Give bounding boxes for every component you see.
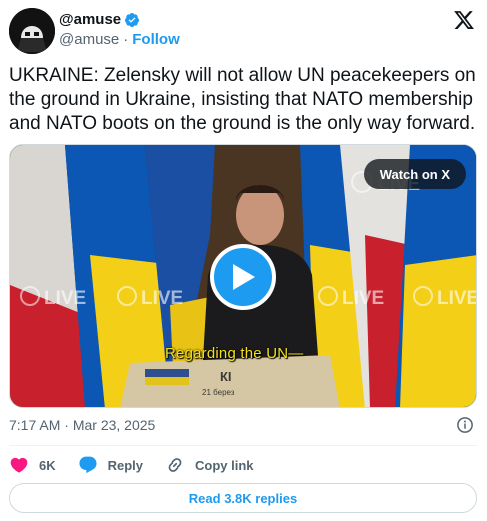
- read-replies-button[interactable]: Read 3.8K replies: [9, 483, 477, 513]
- reply-button[interactable]: Reply: [78, 455, 143, 475]
- handle[interactable]: @amuse: [59, 31, 119, 48]
- verified-badge-icon: [125, 12, 140, 27]
- live-watermark: LIVE: [342, 288, 384, 309]
- podium-subtext: 21 берез: [202, 388, 235, 397]
- follow-button[interactable]: Follow: [132, 31, 180, 48]
- live-watermark: LIVE: [437, 288, 477, 309]
- video-subtitle: Regarding the UN—: [165, 345, 304, 362]
- heart-icon: [10, 457, 28, 473]
- video-player[interactable]: КІ 21 берез LIVE LIVE LIVE LIVE LIVE Wat…: [9, 144, 477, 408]
- action-bar: 6K Reply Copy link: [9, 454, 276, 476]
- display-name[interactable]: @amuse: [59, 11, 121, 28]
- tweet-date: Mar 23, 2025: [72, 417, 156, 433]
- copy-link-label: Copy link: [195, 457, 254, 473]
- like-button[interactable]: 6K: [9, 455, 56, 475]
- play-button[interactable]: [210, 244, 276, 310]
- podium-text: КІ: [220, 369, 232, 384]
- link-icon: [168, 458, 182, 472]
- separator-dot: ·: [64, 417, 69, 433]
- live-watermark: LIVE: [44, 288, 86, 309]
- separator-dot: ·: [123, 31, 129, 48]
- reply-bubble-icon: [79, 456, 97, 474]
- watch-on-x-button[interactable]: Watch on X: [363, 159, 466, 189]
- tweet-header: @amuse @amuse · Follow: [9, 8, 479, 54]
- reply-label: Reply: [107, 457, 144, 473]
- copy-link-button[interactable]: Copy link: [165, 455, 254, 475]
- timestamp[interactable]: 7:17 AM · Mar 23, 2025: [9, 417, 155, 433]
- divider: [9, 445, 477, 446]
- tweet-text: UKRAINE: Zelensky will not allow UN peac…: [9, 65, 476, 134]
- x-logo-icon[interactable]: [453, 9, 475, 31]
- tweet-time: 7:17 AM: [9, 417, 61, 433]
- avatar[interactable]: [9, 8, 55, 54]
- info-icon[interactable]: [456, 416, 474, 434]
- live-watermark: LIVE: [141, 288, 183, 309]
- like-count: 6K: [39, 457, 56, 473]
- play-icon: [233, 264, 255, 290]
